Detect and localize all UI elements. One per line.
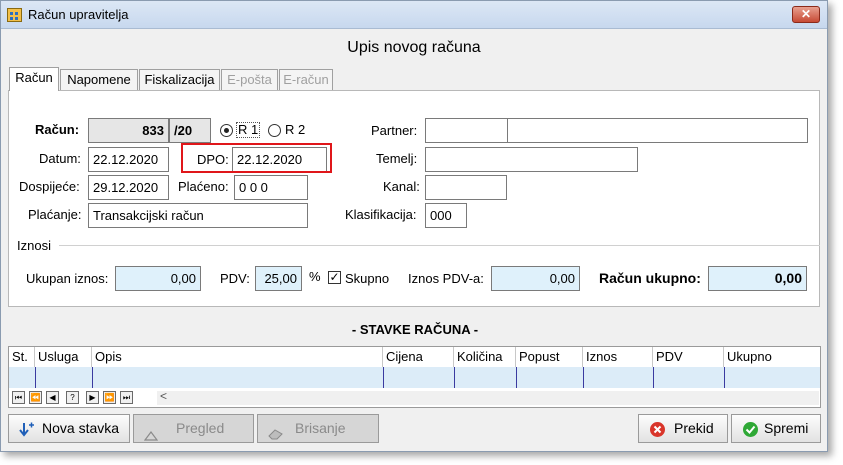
racun-ukupno-field: 0,00	[708, 266, 807, 291]
racun-label: Račun:	[35, 122, 80, 137]
row-separator	[35, 367, 36, 388]
nav-next-page-icon[interactable]: ⏩	[103, 391, 116, 404]
skupno-label[interactable]: Skupno	[345, 271, 389, 286]
row-separator	[454, 367, 455, 388]
pdv-rate-input[interactable]: 25,00	[255, 266, 302, 291]
partner-name-input[interactable]	[507, 118, 808, 143]
nav-first-icon[interactable]: ⏮	[12, 391, 25, 404]
col-header-ukupno[interactable]: Ukupno	[724, 347, 820, 367]
stavke-title: - STAVKE RAČUNA -	[351, 322, 479, 337]
racun-ukupno-label: Račun ukupno:	[599, 270, 701, 286]
spremi-label: Spremi	[764, 420, 809, 436]
tab-napomene[interactable]: Napomene	[60, 69, 138, 90]
r1-label[interactable]: R 1	[236, 122, 261, 138]
prekid-label: Prekid	[674, 420, 714, 436]
checkmark-icon	[742, 420, 759, 447]
dospijece-input[interactable]: 29.12.2020	[88, 175, 169, 200]
temelj-input[interactable]	[425, 147, 638, 172]
r1-radio[interactable]	[220, 124, 233, 137]
col-header-st[interactable]: St.	[9, 347, 35, 367]
table-row[interactable]	[9, 367, 820, 388]
partner-label: Partner:	[371, 123, 418, 138]
placanje-label: Plaćanje:	[28, 207, 82, 222]
invoice-window: Račun upravitelja ✕ Upis novog računa Ra…	[0, 0, 828, 452]
skupno-checkbox[interactable]: ✓	[328, 271, 341, 284]
row-separator	[383, 367, 384, 388]
iznosi-divider	[59, 245, 820, 246]
ukupan-iznos-label: Ukupan iznos:	[26, 271, 109, 286]
nav-last-icon[interactable]: ⏭	[120, 391, 133, 404]
pdv-label: PDV:	[220, 271, 250, 286]
pregled-label: Pregled	[176, 420, 225, 436]
row-separator	[724, 367, 725, 388]
horizontal-scrollbar[interactable]: <	[157, 389, 819, 405]
tab-e-racun: E-račun	[279, 69, 333, 90]
partner-code-input[interactable]	[425, 118, 508, 143]
brisanje-button: Brisanje	[257, 414, 379, 443]
placanje-select[interactable]: Transakcijski račun	[88, 203, 308, 228]
iznos-pdv-field: 0,00	[491, 266, 580, 291]
nav-info-icon[interactable]: ?	[66, 391, 79, 404]
col-header-usluga[interactable]: Usluga	[35, 347, 92, 367]
tab-racun[interactable]: Račun	[9, 67, 59, 91]
app-icon	[7, 8, 22, 22]
row-separator	[516, 367, 517, 388]
col-header-popust[interactable]: Popust	[516, 347, 583, 367]
kanal-input[interactable]	[425, 175, 507, 200]
close-button[interactable]: ✕	[792, 6, 820, 23]
col-header-opis[interactable]: Opis	[92, 347, 383, 367]
stavke-grid: St. Usluga Opis Cijena Količina Popust I…	[8, 346, 821, 408]
grid-navigator: ⏮ ⏪ ◀ ? ▶ ⏩ ⏭ <	[9, 389, 820, 407]
r2-radio[interactable]	[268, 124, 281, 137]
datum-input[interactable]: 22.12.2020	[88, 147, 169, 172]
brisanje-label: Brisanje	[295, 420, 346, 436]
prekid-button[interactable]: Prekid	[638, 414, 728, 443]
pregled-button: Pregled	[133, 414, 254, 443]
tab-e-posta: E-pošta	[221, 69, 278, 90]
nav-prev-page-icon[interactable]: ⏪	[29, 391, 42, 404]
page-title: Upis novog računa	[347, 39, 481, 56]
temelj-label: Temelj:	[376, 151, 418, 166]
triangle-icon	[143, 423, 159, 450]
tab-fiskalizacija[interactable]: Fiskalizacija	[139, 69, 220, 90]
col-header-cijena[interactable]: Cijena	[383, 347, 454, 367]
nova-stavka-button[interactable]: Nova stavka	[8, 414, 130, 443]
placeno-label: Plaćeno:	[178, 179, 229, 194]
dospijece-label: Dospijeće:	[19, 179, 80, 194]
nav-next-icon[interactable]: ▶	[86, 391, 99, 404]
racun-suffix-field: /20	[169, 118, 211, 143]
kanal-label: Kanal:	[383, 179, 420, 194]
col-header-pdv[interactable]: PDV	[653, 347, 724, 367]
scroll-left-icon[interactable]: <	[160, 389, 167, 403]
r2-label[interactable]: R 2	[285, 122, 305, 137]
iznos-pdv-label: Iznos PDV-a:	[408, 271, 484, 286]
col-header-iznos[interactable]: Iznos	[583, 347, 653, 367]
row-separator	[653, 367, 654, 388]
ukupan-iznos-field: 0,00	[115, 266, 201, 291]
nav-prev-icon[interactable]: ◀	[46, 391, 59, 404]
placeno-input[interactable]: 0 0 0	[234, 175, 308, 200]
dpo-highlight-box	[181, 143, 332, 173]
row-separator	[583, 367, 584, 388]
klasifikacija-label: Klasifikacija:	[345, 207, 417, 222]
eraser-icon	[268, 422, 284, 449]
pdv-percent-sign: %	[309, 269, 321, 284]
iznosi-group-label: Iznosi	[17, 238, 51, 253]
title-bar: Račun upravitelja ✕	[1, 1, 827, 29]
racun-number-field: 833	[88, 118, 169, 143]
col-header-kolicina[interactable]: Količina	[454, 347, 516, 367]
window-title: Račun upravitelja	[28, 7, 129, 22]
row-separator	[92, 367, 93, 388]
cancel-icon	[649, 420, 666, 447]
nova-stavka-label: Nova stavka	[42, 420, 120, 436]
datum-label: Datum:	[39, 151, 81, 166]
klasifikacija-input[interactable]: 000	[425, 203, 467, 228]
spremi-button[interactable]: Spremi	[731, 414, 821, 443]
add-down-arrow-icon	[19, 420, 35, 447]
